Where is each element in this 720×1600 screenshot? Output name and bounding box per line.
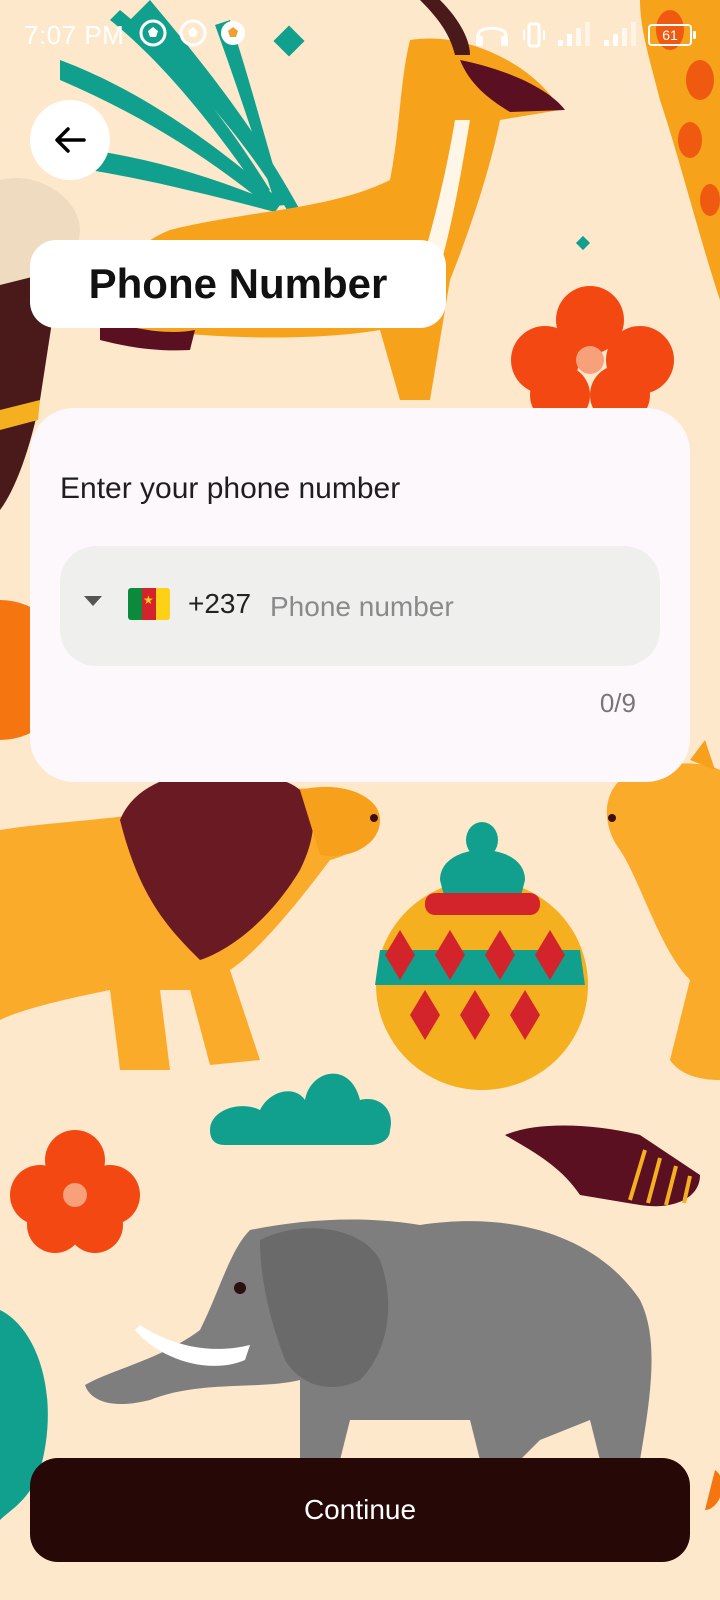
soccer-ball-icon xyxy=(179,19,207,47)
phone-field: +237 xyxy=(60,546,660,666)
page-title-container: Phone Number xyxy=(30,240,446,328)
form-heading: Enter your phone number xyxy=(60,472,401,505)
dial-code: +237 xyxy=(188,588,252,619)
page-title: Phone Number xyxy=(88,260,388,307)
signal-icon xyxy=(558,22,590,46)
cameroon-flag-icon xyxy=(128,588,170,620)
back-button[interactable] xyxy=(30,100,110,180)
battery-icon: 61 xyxy=(648,24,696,46)
signal-icon xyxy=(604,22,636,46)
phone-form-card: Enter your phone number +237 0/9 xyxy=(30,408,690,782)
character-counter: 0/9 xyxy=(599,688,636,718)
system-icons: 61 xyxy=(472,20,696,50)
continue-button[interactable]: Continue xyxy=(30,1458,690,1562)
chevron-down-icon xyxy=(84,596,102,606)
country-selector[interactable]: +237 xyxy=(60,546,260,666)
soccer-ball-icon xyxy=(221,21,245,45)
soccer-ball-icon xyxy=(139,19,167,47)
headset-icon xyxy=(476,26,508,46)
status-time: 7:07 PM xyxy=(24,20,125,50)
notification-icons xyxy=(138,18,248,48)
phone-number-input[interactable] xyxy=(268,576,642,638)
arrow-left-icon xyxy=(55,127,86,153)
vibrate-icon xyxy=(523,22,545,48)
status-bar: 7:07 PM 61 xyxy=(0,0,720,72)
